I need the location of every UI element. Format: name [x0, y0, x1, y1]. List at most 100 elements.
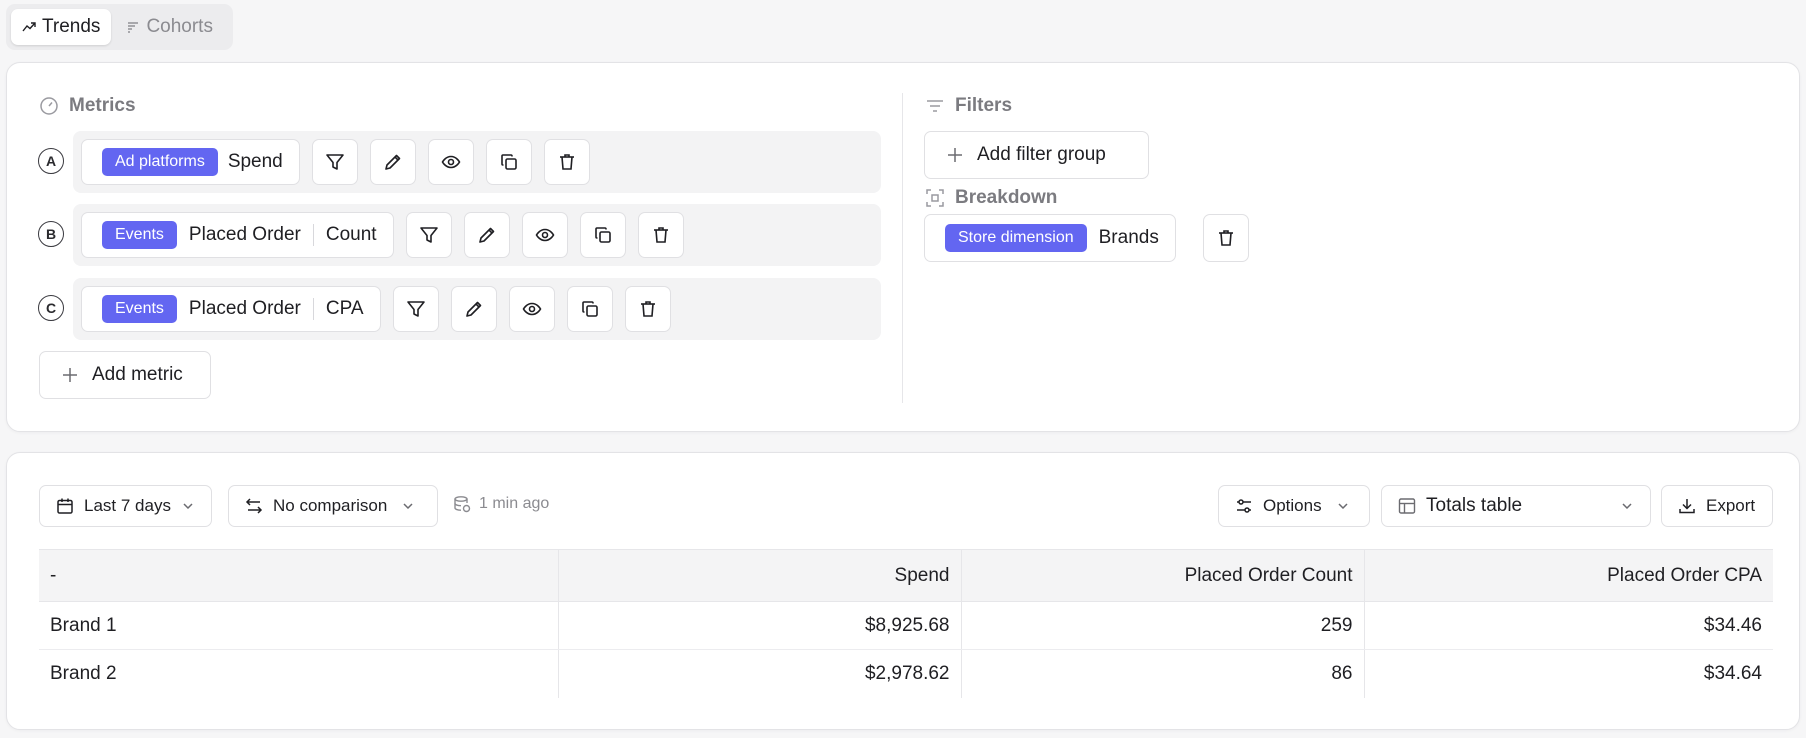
tab-label: Trends: [42, 16, 101, 37]
metric-selector-b[interactable]: Events Placed Order Count: [81, 212, 394, 258]
metric-source-tag: Ad platforms: [102, 148, 218, 176]
metric-row-b: Events Placed Order Count: [73, 204, 881, 266]
funnel-icon: [419, 225, 439, 245]
query-builder-card: Metrics A Ad platforms Spend B Events Pl…: [6, 62, 1800, 432]
export-button[interactable]: Export: [1661, 485, 1773, 527]
view-type-label: Totals table: [1426, 495, 1523, 516]
metrics-title: Metrics: [69, 95, 136, 116]
add-metric-button[interactable]: Add metric: [39, 351, 211, 399]
metric-source-tag: Events: [102, 295, 177, 323]
table-row: Brand 1 $8,925.68 259 $34.46: [39, 601, 1773, 650]
add-filter-group-button[interactable]: Add filter group: [924, 131, 1149, 179]
calendar-icon: [56, 497, 74, 515]
trend-icon: [22, 20, 36, 34]
filter-lines-icon: [925, 96, 945, 116]
breakdown-title: Breakdown: [955, 187, 1058, 208]
results-table: - Spend Placed Order Count Placed Order …: [39, 549, 1773, 698]
copy-icon: [580, 299, 600, 319]
delete-button[interactable]: [637, 212, 684, 258]
date-range-select[interactable]: Last 7 days: [39, 485, 212, 527]
metric-letter-c: C: [38, 295, 64, 321]
cell-spend: $2,978.62: [557, 649, 961, 698]
tab-label: Cohorts: [146, 16, 213, 37]
add-metric-label: Add metric: [92, 364, 183, 385]
trash-icon: [651, 225, 671, 245]
add-filter-group-label: Add filter group: [977, 144, 1106, 165]
metric-selector-a[interactable]: Ad platforms Spend: [81, 139, 300, 185]
duplicate-button[interactable]: [566, 286, 613, 332]
date-range-label: Last 7 days: [84, 496, 171, 515]
edit-button[interactable]: [463, 212, 510, 258]
filter-button[interactable]: [405, 212, 452, 258]
divider: [312, 224, 314, 246]
metric-aggregation: Count: [325, 224, 377, 245]
view-type-select[interactable]: Totals table: [1381, 485, 1651, 527]
delete-button[interactable]: [624, 286, 671, 332]
tab-cohorts[interactable]: Cohorts: [115, 9, 224, 45]
metric-name: Spend: [227, 151, 283, 172]
filters-header: Filters: [925, 95, 1012, 117]
comparison-label: No comparison: [273, 496, 388, 515]
funnel-icon: [406, 299, 426, 319]
column-header-cpa[interactable]: Placed Order CPA: [1363, 549, 1773, 602]
metric-name: Placed Order: [188, 298, 301, 319]
table-icon: [1398, 497, 1416, 515]
edit-button[interactable]: [369, 139, 416, 185]
eye-icon: [441, 152, 461, 172]
metric-row-a: Ad platforms Spend: [73, 131, 881, 193]
column-header-dimension[interactable]: -: [39, 549, 558, 602]
visibility-button[interactable]: [521, 212, 568, 258]
cell-spend: $8,925.68: [557, 601, 961, 650]
edit-button[interactable]: [450, 286, 497, 332]
visibility-button[interactable]: [427, 139, 474, 185]
cell-dimension: Brand 2: [50, 662, 117, 684]
plus-icon: [62, 367, 78, 383]
breakdown-header: Breakdown: [925, 187, 1057, 209]
metric-selector-c[interactable]: Events Placed Order CPA: [81, 286, 381, 332]
chevron-down-icon: [1336, 499, 1350, 513]
cell-dimension: Brand 1: [39, 601, 558, 650]
results-table-wrap: - Spend Placed Order Count Placed Order …: [39, 549, 1773, 698]
cell-cpa: $34.46: [1363, 601, 1773, 650]
metric-row-c: Events Placed Order CPA: [73, 278, 881, 340]
options-select[interactable]: Options: [1218, 485, 1370, 527]
delete-button[interactable]: [543, 139, 590, 185]
comparison-select[interactable]: No comparison: [228, 485, 438, 527]
column-header-count[interactable]: Placed Order Count: [960, 549, 1364, 602]
breakdown-selector[interactable]: Store dimension Brands: [924, 214, 1176, 262]
eye-icon: [522, 299, 542, 319]
metric-source-tag: Events: [102, 221, 177, 249]
cell-count: 86: [960, 649, 1364, 698]
breakdown-icon: [925, 188, 945, 208]
database-refresh-icon: [453, 495, 471, 513]
pencil-icon: [464, 299, 484, 319]
metric-letter-a: A: [38, 148, 64, 174]
cell-count: 259: [960, 601, 1364, 650]
metric-name: Placed Order: [188, 224, 301, 245]
tab-trends[interactable]: Trends: [11, 9, 112, 45]
export-label: Export: [1706, 496, 1756, 515]
delete-breakdown-button[interactable]: [1203, 214, 1249, 262]
visibility-button[interactable]: [508, 286, 555, 332]
column-header-spend[interactable]: Spend: [557, 549, 961, 602]
options-label: Options: [1263, 496, 1322, 515]
metric-letter-b: B: [38, 221, 64, 247]
breakdown-source-tag: Store dimension: [945, 224, 1087, 252]
chevron-down-icon: [1620, 499, 1634, 513]
trash-icon: [1216, 228, 1236, 248]
metrics-header: Metrics: [39, 95, 136, 117]
refreshed-label: 1 min ago: [479, 495, 550, 512]
pencil-icon: [477, 225, 497, 245]
eye-icon: [535, 225, 555, 245]
duplicate-button[interactable]: [579, 212, 626, 258]
trash-icon: [638, 299, 658, 319]
filters-title: Filters: [955, 95, 1013, 116]
copy-icon: [499, 152, 519, 172]
filter-button[interactable]: [392, 286, 439, 332]
breakdown-value: Brands: [1098, 227, 1159, 248]
cell-cpa: $34.64: [1363, 649, 1773, 698]
filter-button[interactable]: [311, 139, 358, 185]
results-card: Last 7 days No comparison 1 min ago Opti…: [6, 452, 1800, 730]
duplicate-button[interactable]: [485, 139, 532, 185]
section-divider: [902, 93, 903, 403]
